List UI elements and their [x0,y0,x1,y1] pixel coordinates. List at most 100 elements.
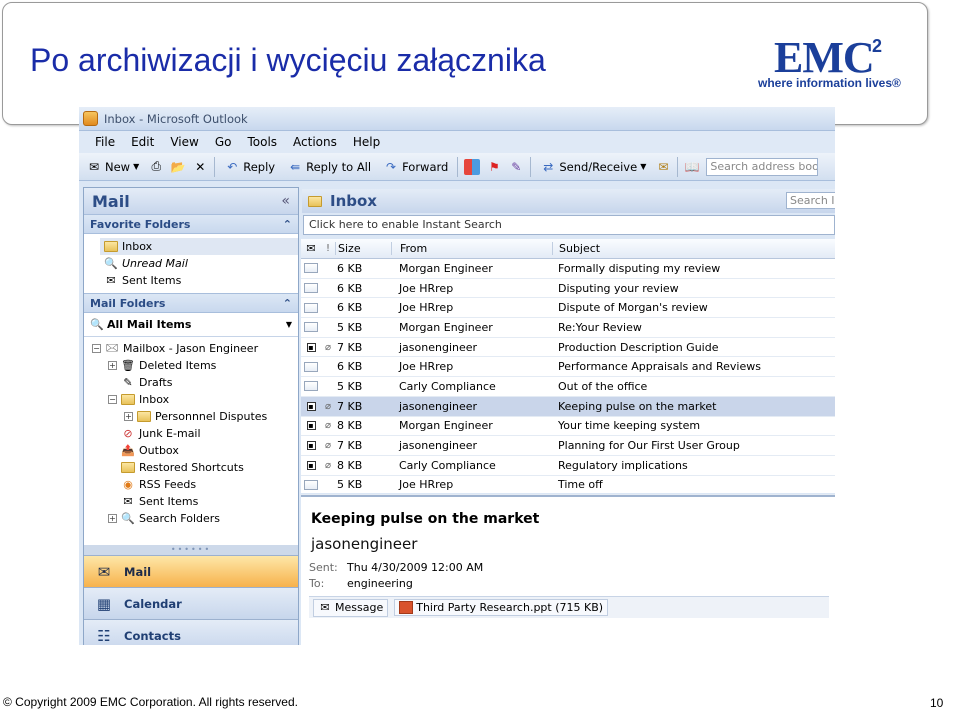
outlook-window: Inbox - Microsoft Outlook File Edit View… [79,107,835,645]
rss-icon: ◉ [123,478,133,491]
menu-help[interactable]: Help [353,135,380,149]
menu-edit[interactable]: Edit [131,135,154,149]
message-row[interactable]: 6 KB Joe HRrep Performance Appraisals and … [301,357,835,378]
collapse-pane-icon[interactable]: « [281,193,290,209]
message-size: 6 KB [337,261,363,275]
folder-sent-items[interactable]: ✉ Sent Items [92,493,298,510]
forward-button[interactable]: ↷ Forward [380,157,451,177]
address-book-icon[interactable]: 📖 [684,159,700,175]
folder-label: Outbox [139,444,179,457]
reply-label: Reply [243,159,276,174]
move-to-folder-icon[interactable]: 📂 [170,159,186,175]
size-column-header[interactable]: Size [335,242,391,255]
all-mail-items-dropdown[interactable]: 🔍 All Mail Items ▼ [84,313,298,337]
message-row[interactable]: 5 KB Joe HRrep Time off [301,476,835,496]
message-tab-label: Message [335,601,384,614]
folder-label: Search Folders [139,512,221,525]
expand-toggle-icon[interactable]: + [108,514,117,523]
folder-label: RSS Feeds [139,478,197,491]
logo-tagline: where information lives® [758,76,901,90]
folder-personnel-disputes[interactable]: + Personnnel Disputes [92,408,298,425]
mailbox-icon: 🖂 [105,341,119,354]
chevron-down-icon[interactable]: ▼ [286,320,292,329]
collapse-section-icon[interactable]: ⌃ [283,218,292,231]
message-row[interactable]: 6 KB Joe HRrep Disputing your review [301,279,835,299]
favorite-unread-mail[interactable]: 🔍 Unread Mail [104,255,298,272]
folder-rss-feeds[interactable]: ◉ RSS Feeds [92,476,298,493]
chevron-down-icon[interactable]: ▼ [133,162,139,171]
menu-go[interactable]: Go [215,135,232,149]
mailbox-node[interactable]: − 🖂 Mailbox - Jason Engineer [92,340,298,357]
menu-tools[interactable]: Tools [247,135,277,149]
favorite-folders-header[interactable]: Favorite Folders ⌃ [84,214,298,234]
collapse-section-icon[interactable]: ⌃ [283,297,292,310]
menu-actions[interactable]: Actions [293,135,337,149]
folder-search-folders[interactable]: + 🔍 Search Folders [92,510,298,527]
reply-button[interactable]: ↶ Reply [221,157,278,177]
flag-icon[interactable]: ⚑ [486,159,502,175]
mail-folders-header[interactable]: Mail Folders ⌃ [84,293,298,313]
folder-drafts[interactable]: ✎ Drafts [92,374,298,391]
favorite-sent-items[interactable]: ✉ Sent Items [104,272,298,289]
pane-resize-grip[interactable]: •••••• [84,545,298,555]
message-tab[interactable]: ✉ Message [313,598,389,617]
search-inbox-input[interactable]: Search Inbox [786,192,835,209]
folder-icon [121,462,135,473]
message-row[interactable]: ▪ ⌀ 7 KB jasonengineer Production Descriptio… [301,338,835,358]
menu-file[interactable]: File [95,135,115,149]
message-row[interactable]: 5 KB Morgan Engineer Re:Your Review [301,318,835,338]
folder-outbox[interactable]: 📤 Outbox [92,442,298,459]
attachment-bar: ✉ Message Third Party Research.ppt (715 … [309,596,829,618]
find-icon[interactable]: ✉ [655,159,671,175]
message-from: Carly Compliance [399,458,496,472]
nav-button-calendar[interactable]: ▦ Calendar [84,587,298,619]
send-receive-button[interactable]: ⇄ Send/Receive ▼ [537,157,649,177]
delete-icon[interactable]: ✕ [192,159,208,175]
expand-toggle-icon[interactable]: + [124,412,133,421]
expand-toggle-icon[interactable]: + [108,361,117,370]
folder-inbox[interactable]: − Inbox [92,391,298,408]
icon-column-header[interactable]: ✉ [301,242,321,255]
subject-column-header[interactable]: Subject [552,242,835,255]
message-row[interactable]: ▪ ⌀ 7 KB jasonengineer Planning for Our Firs… [301,436,835,456]
folder-restored-shortcuts[interactable]: Restored Shortcuts [92,459,298,476]
print-icon[interactable]: ⎙ [148,159,164,175]
menu-view[interactable]: View [170,135,198,149]
search-address-books-input[interactable]: Search address books [706,157,819,176]
message-size: 6 KB [337,301,363,315]
attachment-column-header[interactable]: ! [321,243,335,254]
page-number: 10 [930,696,944,710]
folder-label: Drafts [139,376,173,389]
message-subject-cell: Production Description Guide [558,340,719,354]
nav-button-mail[interactable]: ✉ Mail [84,555,298,587]
message-subject-cell: Performance Appraisals and Reviews [558,360,761,374]
archived-mail-icon: ▪ [306,401,316,411]
message-subject-cell: Re:Your Review [558,320,642,334]
favorite-inbox[interactable]: Inbox [100,238,298,255]
folder-junk-email[interactable]: ⊘ Junk E-mail [92,425,298,442]
message-row[interactable]: ▪ ⌀ 8 KB Carly Compliance Regulatory implica… [301,456,835,476]
rules-icon[interactable]: ✎ [508,159,524,175]
new-button[interactable]: ✉ New ▼ [83,157,142,177]
message-row[interactable]: ▪ ⌀ 8 KB Morgan Engineer Your time keeping s… [301,417,835,437]
message-row[interactable]: 6 KB Morgan Engineer Formally disputing my… [301,259,835,279]
slide-title: Po archiwizacji i wycięciu załącznika [30,42,546,78]
chevron-down-icon[interactable]: ▼ [640,162,646,171]
favorite-label: Sent Items [122,274,182,287]
search-folder-icon: 🔍 [104,257,118,270]
from-column-header[interactable]: From [391,242,552,255]
message-row[interactable]: 6 KB Joe HRrep Dispute of Morgan's review [301,298,835,319]
reply-all-button[interactable]: ⇚ Reply to All [284,157,374,177]
categorize-icon[interactable] [464,158,481,175]
sent-items-icon: ✉ [123,495,133,508]
nav-button-label: Calendar [124,596,182,611]
collapse-toggle-icon[interactable]: − [108,395,117,404]
nav-button-contacts[interactable]: ☷ Contacts [84,619,298,645]
message-row[interactable]: ▪ ⌀ 7 KB jasonengineer Keeping pulse on the … [301,396,835,417]
attachment-chip[interactable]: Third Party Research.ppt (715 KB) [394,599,609,616]
window-title: Inbox - Microsoft Outlook [104,111,248,126]
collapse-toggle-icon[interactable]: − [92,344,101,353]
message-row[interactable]: 5 KB Carly Compliance Out of the office [301,377,835,397]
instant-search-bar[interactable]: Click here to enable Instant Search [303,215,835,235]
folder-deleted-items[interactable]: + 🗑 Deleted Items [92,357,298,374]
